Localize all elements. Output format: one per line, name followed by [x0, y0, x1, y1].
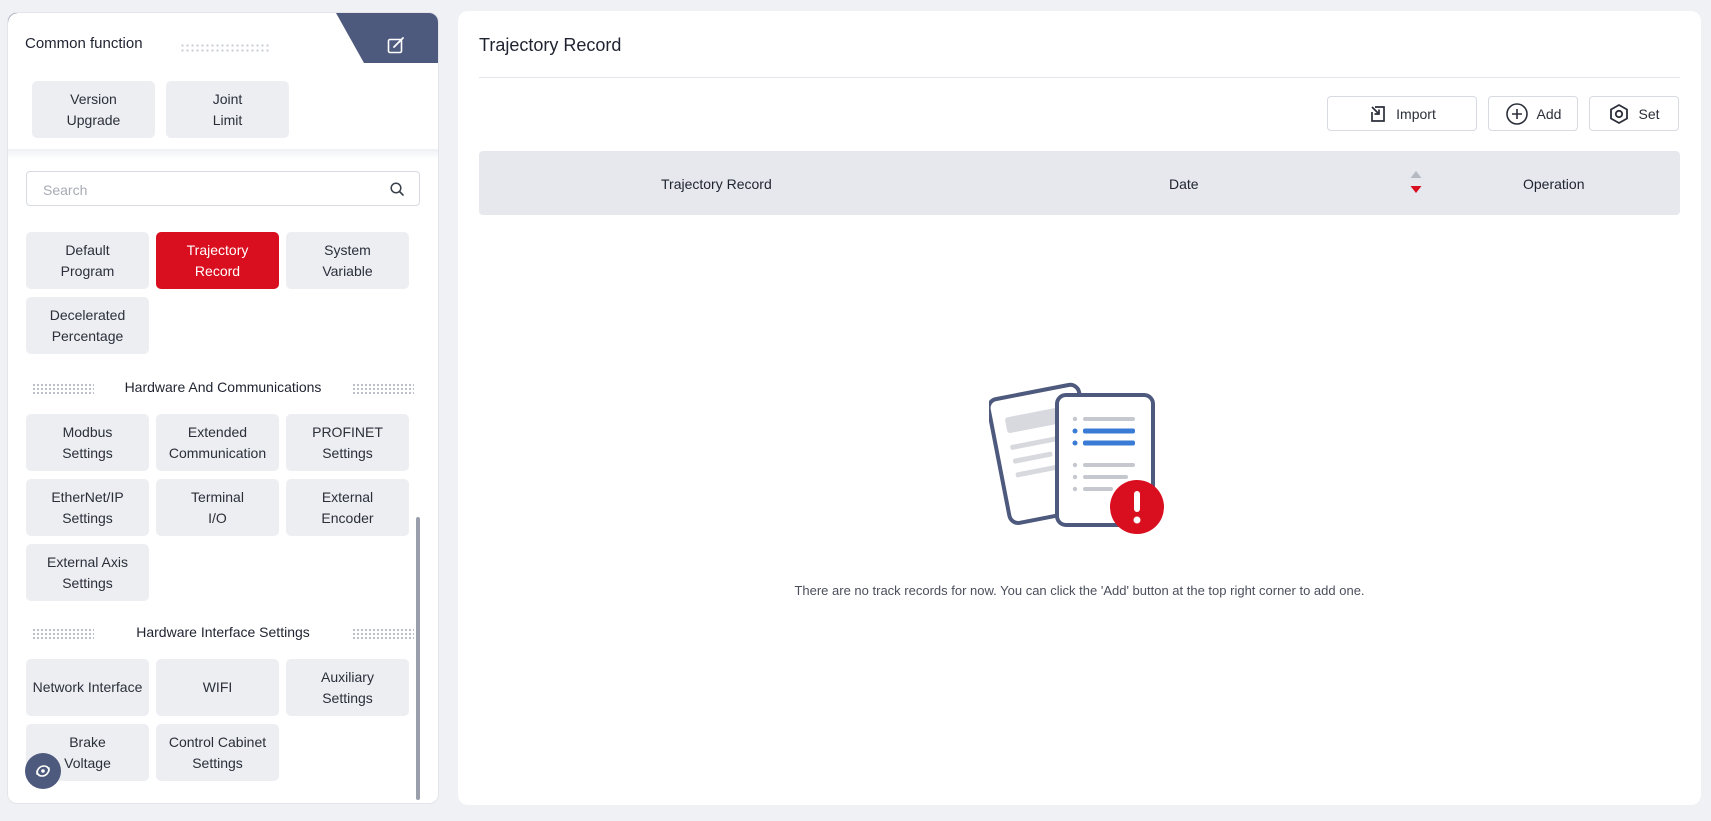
assistant-icon [36, 765, 50, 777]
import-label: Import [1396, 105, 1436, 122]
search-input[interactable] [41, 180, 375, 200]
network-interface-button[interactable]: Network Interface [26, 659, 149, 716]
section-dots-left [32, 628, 94, 640]
external-axis-settings-button[interactable]: External Axis Settings [26, 544, 149, 601]
import-button[interactable]: Import [1327, 96, 1477, 131]
search-icon[interactable] [389, 181, 405, 197]
section-dots-right [352, 628, 414, 640]
common-function-buttons: Version Upgrade Joint Limit [25, 75, 425, 145]
section-title-text: Hardware Interface Settings [136, 624, 310, 640]
empty-state-message: There are no track records for now. You … [794, 583, 1365, 598]
tab-title: Common function [25, 35, 143, 52]
default-program-button[interactable]: Default Program [26, 232, 149, 289]
modbus-settings-button[interactable]: Modbus Settings [26, 414, 149, 471]
page-title: Trajectory Record [479, 35, 622, 55]
main-panel: Trajectory Record Import Add Set Traject… [458, 11, 1701, 805]
section-dots-left [32, 383, 94, 395]
edit-icon[interactable] [386, 35, 406, 55]
auxiliary-settings-button[interactable]: Auxiliary Settings [286, 659, 409, 716]
extended-communication-button[interactable]: Extended Communication [156, 414, 279, 471]
assistant-button[interactable] [25, 753, 61, 789]
settings-hex-icon [1610, 103, 1629, 124]
column-date: Date [1169, 176, 1199, 192]
set-label: Set [1638, 105, 1660, 122]
version-upgrade-button[interactable]: Version Upgrade [32, 81, 155, 138]
table-header: Trajectory Record Date Operation [479, 151, 1680, 215]
search-field[interactable] [26, 171, 420, 206]
title-divider [479, 77, 1680, 78]
import-icon [1371, 105, 1386, 122]
divider-shadow [8, 149, 438, 159]
system-variable-button[interactable]: System Variable [286, 232, 409, 289]
add-button[interactable]: Add [1488, 96, 1578, 131]
wifi-button[interactable]: WIFI [156, 659, 279, 716]
tab-header: Common function [8, 13, 438, 63]
section-hardware-interface: Hardware Interface Settings [26, 624, 420, 644]
trajectory-record-button[interactable]: Trajectory Record [156, 232, 279, 289]
add-circle-icon [1505, 102, 1528, 125]
section-hardware-communications: Hardware And Communications [26, 379, 420, 399]
control-cabinet-settings-button[interactable]: Control Cabinet Settings [156, 724, 279, 781]
section-title-text: Hardware And Communications [124, 379, 322, 395]
section-dots-right [352, 383, 414, 395]
external-encoder-button[interactable]: External Encoder [286, 479, 409, 536]
column-trajectory-record: Trajectory Record [661, 176, 772, 192]
left-panel: Common function Version Upgrade Joint Li… [7, 12, 439, 804]
empty-document-icon [989, 382, 1164, 534]
joint-limit-button[interactable]: Joint Limit [166, 81, 289, 138]
sort-icon[interactable] [1409, 169, 1423, 195]
ethernet-ip-settings-button[interactable]: EtherNet/IP Settings [26, 479, 149, 536]
terminal-io-button[interactable]: Terminal I/O [156, 479, 279, 536]
set-button[interactable]: Set [1589, 96, 1679, 131]
scrollbar[interactable] [416, 517, 420, 800]
add-label: Add [1536, 105, 1562, 122]
decelerated-percentage-button[interactable]: Decelerated Percentage [26, 297, 149, 354]
column-operation: Operation [1523, 176, 1585, 192]
profinet-settings-button[interactable]: PROFINET Settings [286, 414, 409, 471]
tab-dots-decoration [180, 43, 270, 53]
